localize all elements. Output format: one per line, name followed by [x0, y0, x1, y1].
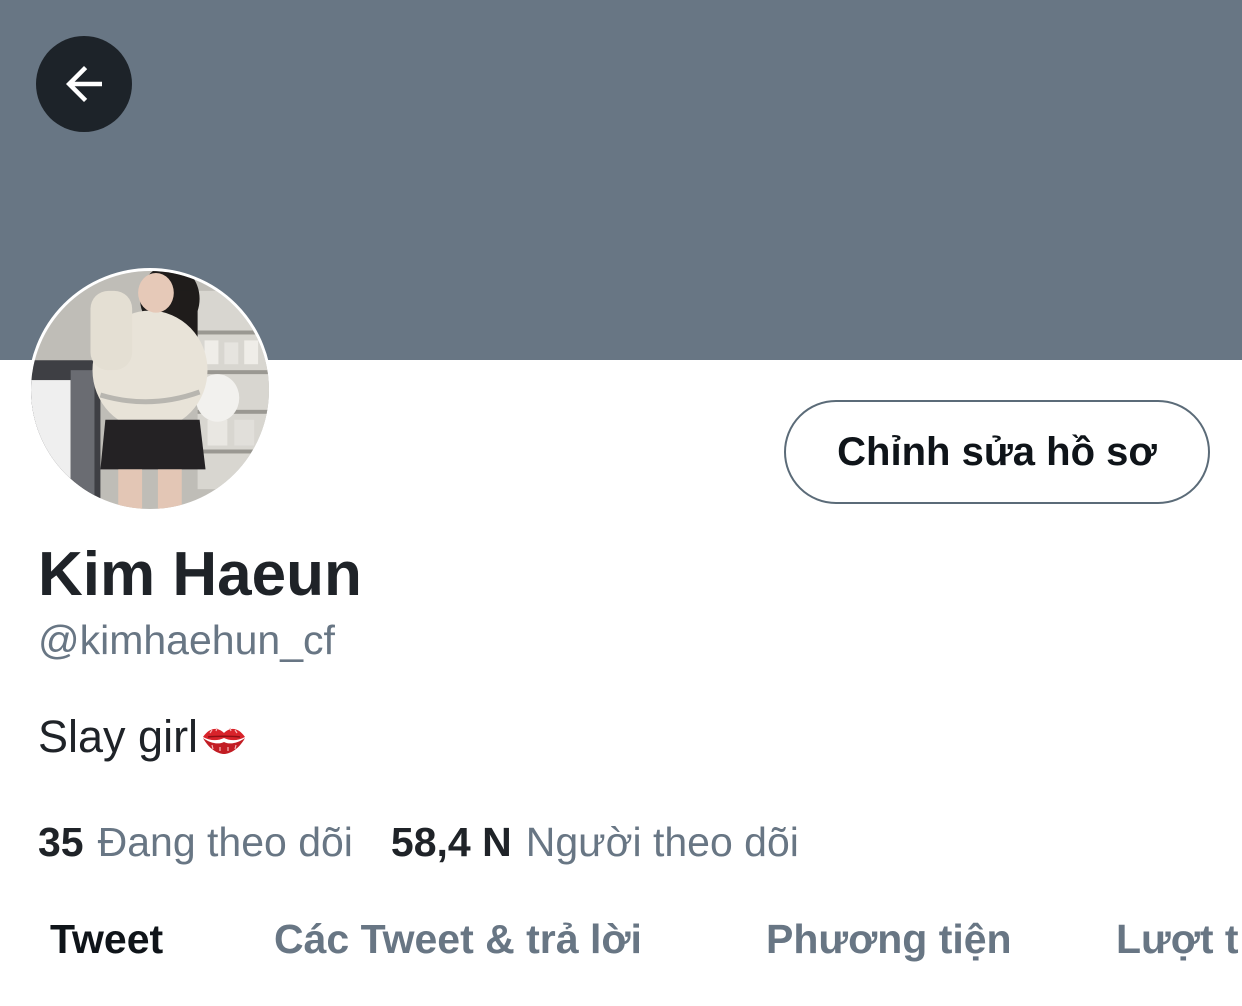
display-name: Kim Haeun — [38, 540, 362, 609]
avatar[interactable] — [28, 268, 272, 512]
follow-stats: 35 Đang theo dõi 58,4 N Người theo dõi — [38, 822, 799, 863]
followers-count: 58,4 N — [390, 819, 512, 865]
tab-tweets[interactable]: Tweet — [50, 912, 163, 966]
following-stat[interactable]: 35 Đang theo dõi — [38, 822, 353, 863]
edit-profile-button[interactable]: Chỉnh sửa hồ sơ — [784, 400, 1210, 504]
profile-tabs: Tweet Các Tweet & trả lời Phương tiện Lư… — [0, 912, 1242, 972]
tab-likes[interactable]: Lượt t — [1116, 912, 1239, 966]
following-label: Đang theo dõi — [97, 819, 353, 865]
lips-icon — [200, 719, 248, 755]
followers-stat[interactable]: 58,4 N Người theo dõi — [391, 822, 799, 863]
arrow-left-icon — [57, 57, 111, 111]
followers-label: Người theo dõi — [525, 819, 799, 865]
user-handle: @kimhaehun_cf — [38, 617, 335, 663]
back-button[interactable] — [36, 36, 132, 132]
tab-media[interactable]: Phương tiện — [766, 912, 1012, 966]
following-count: 35 — [38, 819, 84, 865]
bio-text: Slay girl — [38, 711, 199, 762]
bio: Slay girl — [38, 714, 248, 759]
profile-page: Chỉnh sửa hồ sơ Kim Haeun @kimhaehun_cf … — [0, 0, 1242, 1006]
tab-tweets-replies[interactable]: Các Tweet & trả lời — [274, 912, 642, 966]
